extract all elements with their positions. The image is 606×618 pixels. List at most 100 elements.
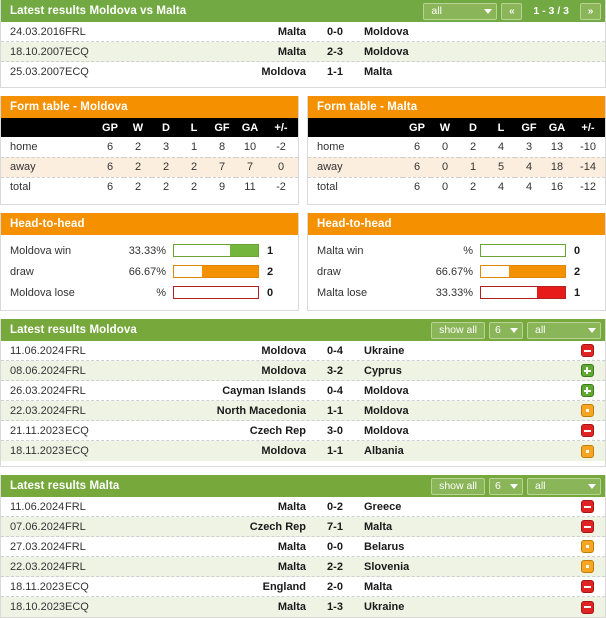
win-badge-icon <box>580 384 594 397</box>
form-table-moldova: GP W D L GF GA +/- home 6 2 3 1 8 10 -2 away 6 2 2 2 7 7 0 tota… <box>1 118 298 197</box>
home-team: Moldova <box>261 445 306 457</box>
match-score: 0-2 <box>327 500 343 513</box>
head-to-head-bar-track <box>480 244 566 257</box>
next-page-button[interactable]: » <box>580 2 601 20</box>
win-glyph <box>583 369 591 372</box>
form-tables-row: Form table - Moldova GP W D L GF GA +/- home 6 2 3… <box>0 96 606 205</box>
form-table-row: home 6 2 3 1 8 10 -2 <box>1 137 298 158</box>
head-to-head-bar-track <box>173 286 259 299</box>
form-row-label: total <box>317 181 338 194</box>
show-all-button-moldova[interactable]: show all <box>431 321 485 339</box>
match-competition: FRL <box>65 520 86 533</box>
table-row: 18.10.2023 ECQ Malta 1-3 Ukraine <box>1 597 605 617</box>
match-competition: FRL <box>65 384 86 397</box>
result-badge-cell <box>569 540 605 553</box>
form-table-row: total 6 2 2 2 9 11 -2 <box>1 177 298 197</box>
h2h-competition-select[interactable]: all <box>423 2 498 20</box>
competition-select-malta-value: all <box>535 480 546 492</box>
form-cell: 0 <box>431 137 459 158</box>
head-to-head-percent: % <box>156 286 166 299</box>
match-date: 26.03.2024 <box>10 384 66 397</box>
draw-badge-icon <box>580 560 594 573</box>
home-team: Malta <box>277 500 306 513</box>
table-row: 21.11.2023 ECQ Czech Rep 3-0 Moldova <box>1 421 605 441</box>
head-to-head-count: 0 <box>267 286 274 299</box>
lose-badge-icon <box>580 600 594 614</box>
head-to-head-row: Malta lose 33.33% 1 <box>317 282 596 303</box>
head-to-head-count: 2 <box>267 265 274 278</box>
form-cell: 6 <box>96 157 124 178</box>
draw-glyph <box>585 565 589 568</box>
match-date: 07.06.2024 <box>10 520 66 533</box>
form-cell: 8 <box>208 137 236 158</box>
head-to-head-label: Malta win <box>317 244 364 257</box>
latest-results-moldova-title: Latest results Moldova <box>10 324 137 336</box>
home-team: Moldova <box>261 66 306 78</box>
head-to-head-label: draw <box>317 265 341 278</box>
form-cell: 16 <box>550 181 564 194</box>
table-row: 27.03.2024 FRL Malta 0-0 Belarus <box>1 537 605 557</box>
head-to-head-count: 0 <box>574 244 581 257</box>
form-column-header: W <box>124 118 152 137</box>
row-count-select-malta[interactable]: 6 <box>489 477 523 495</box>
head-to-head-label: draw <box>10 265 34 278</box>
head-to-head-row: draw 66.67% 2 <box>317 261 596 282</box>
h2h-header-controls: all « 1 - 3 / 3 » <box>423 0 605 22</box>
match-score: 0-0 <box>327 25 343 38</box>
show-all-button-malta[interactable]: show all <box>431 477 485 495</box>
match-competition: ECQ <box>65 445 89 457</box>
match-score: 0-4 <box>327 384 343 397</box>
match-date: 08.06.2024 <box>10 364 66 377</box>
match-competition: ECQ <box>65 580 89 593</box>
form-table-row: total 6 0 2 4 4 16 -12 <box>308 177 605 197</box>
row-count-select-malta-value: 6 <box>495 480 501 492</box>
panel-tail <box>1 82 605 87</box>
competition-select-malta[interactable]: all <box>527 477 601 495</box>
draw-glyph <box>585 545 589 548</box>
form-cell: 0 <box>264 157 298 178</box>
form-cell: 6 <box>96 137 124 158</box>
form-cell: 6 <box>413 181 421 194</box>
latest-results-malta-panel: Latest results Malta show all 6 all 11.0… <box>0 475 606 618</box>
match-competition: FRL <box>65 500 86 513</box>
form-cell: 1 <box>459 157 487 178</box>
away-team: Malta <box>364 580 393 593</box>
win-glyph <box>583 389 591 392</box>
form-cell: 7 <box>236 157 264 178</box>
form-column-header: L <box>487 118 515 137</box>
home-team: Moldova <box>261 364 306 377</box>
head-to-head-malta-title: Head-to-head <box>317 218 392 230</box>
head-to-head-count: 1 <box>267 244 274 257</box>
lose-glyph <box>583 349 591 352</box>
match-score: 1-1 <box>327 66 343 78</box>
h2h-match-list: 24.03.2016 FRL Malta 0-0 Moldova 18.10.2007 EC… <box>1 22 605 82</box>
lose-glyph <box>583 606 591 608</box>
head-to-head-row: draw 66.67% 2 <box>10 261 289 282</box>
form-table-moldova-header: Form table - Moldova <box>1 96 298 118</box>
head-to-head-row: Moldova lose% 0 <box>10 282 289 303</box>
form-column-header: L <box>180 118 208 137</box>
form-cell: 3 <box>152 137 180 158</box>
match-score: 2-2 <box>327 560 343 573</box>
form-cell: 7 <box>208 157 236 178</box>
form-column-header: D <box>459 118 487 137</box>
match-score: 3-0 <box>327 424 343 437</box>
head-to-head-percent: 33.33% <box>128 244 166 257</box>
form-column-header: D <box>152 118 180 137</box>
head-to-head-moldova-header: Head-to-head <box>1 213 298 235</box>
head-to-head-bar-track <box>480 265 566 278</box>
row-count-select-moldova[interactable]: 6 <box>489 321 523 339</box>
form-cell: 18 <box>543 157 571 178</box>
form-cell: 4 <box>515 157 543 178</box>
table-row: 22.03.2024 FRL North Macedonia 1-1 Moldova <box>1 401 605 421</box>
form-cell: 6 <box>403 157 431 178</box>
lose-badge-icon <box>580 500 594 513</box>
head-to-head-row: Head-to-head Moldova win 33.33% 1 draw 66.67… <box>0 213 606 311</box>
head-to-head-bar-track <box>173 265 259 278</box>
match-score: 7-1 <box>327 520 343 533</box>
competition-select-moldova[interactable]: all <box>527 321 601 339</box>
match-date: 18.11.2023 <box>10 445 65 457</box>
table-row: 11.06.2024 FRL Malta 0-2 Greece <box>1 497 605 517</box>
pagination-info: 1 - 3 / 3 <box>533 5 569 17</box>
prev-page-button[interactable]: « <box>501 2 523 20</box>
